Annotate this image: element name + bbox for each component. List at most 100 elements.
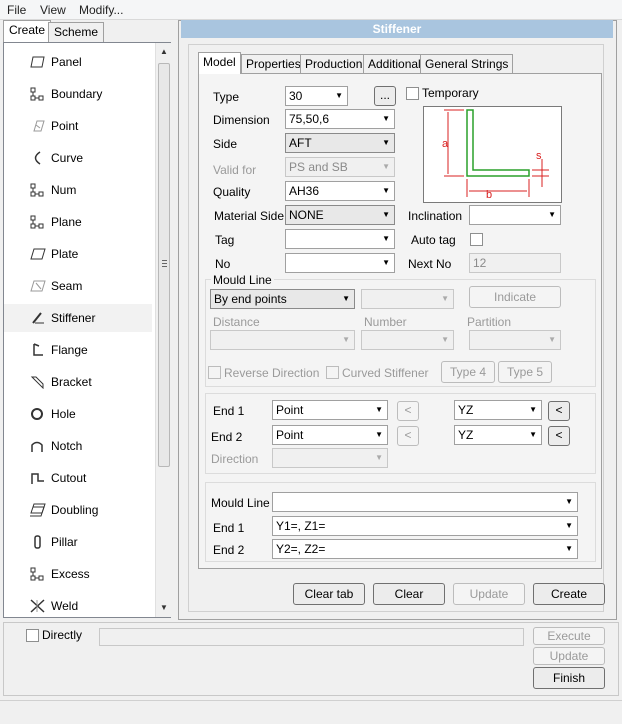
- type5-button[interactable]: Type 5: [498, 361, 552, 383]
- partition-label: Partition: [467, 315, 512, 329]
- diagram-label-b: b: [486, 189, 492, 201]
- list-item-plane[interactable]: Plane: [4, 208, 152, 236]
- valid-for-combo[interactable]: PS and SB ▼: [285, 157, 395, 177]
- point-icon: [30, 119, 46, 133]
- execute-button[interactable]: Execute: [533, 627, 605, 645]
- list-item-boundary[interactable]: Boundary: [4, 80, 152, 108]
- tab-production[interactable]: Production: [300, 54, 368, 74]
- clear-button[interactable]: Clear: [373, 583, 445, 605]
- auto-tag-checkbox[interactable]: [470, 233, 483, 246]
- list-item-pillar[interactable]: Pillar: [4, 528, 152, 556]
- chevron-down-icon: ▼: [529, 430, 537, 439]
- directly-checkbox[interactable]: [26, 629, 39, 642]
- mould-method2-combo[interactable]: ▼: [361, 289, 454, 309]
- stiffener-icon: [30, 311, 46, 325]
- list-item-label: Plane: [51, 215, 82, 229]
- mould-method-value: By end points: [214, 292, 287, 306]
- distance-combo[interactable]: ▼: [210, 330, 355, 350]
- end2-pick-button[interactable]: <: [397, 426, 419, 446]
- end1-plane-value: YZ: [458, 403, 474, 417]
- mould-line-combo[interactable]: ▼: [272, 492, 578, 512]
- cutout-icon: [30, 471, 46, 485]
- create-button[interactable]: Create: [533, 583, 605, 605]
- side-combo[interactable]: AFT ▼: [285, 133, 395, 153]
- temporary-checkbox[interactable]: [406, 87, 419, 100]
- tab-additional[interactable]: Additional: [363, 54, 426, 74]
- result-end2-combo[interactable]: Y2=, Z2= ▼: [272, 539, 578, 559]
- finish-button[interactable]: Finish: [533, 667, 605, 689]
- type4-button[interactable]: Type 4: [441, 361, 495, 383]
- direction-combo[interactable]: ▼: [272, 448, 388, 468]
- reverse-direction-checkbox[interactable]: [208, 366, 221, 379]
- reverse-direction-label: Reverse Direction: [224, 366, 320, 380]
- next-no-field[interactable]: 12: [469, 253, 561, 273]
- list-item-label: Stiffener: [51, 311, 96, 325]
- result-end2-value: Y2=, Z2=: [276, 542, 326, 556]
- list-item-notch[interactable]: Notch: [4, 432, 152, 460]
- scroll-up-arrow[interactable]: ▲: [160, 47, 168, 56]
- tag-combo[interactable]: ▼: [285, 229, 395, 249]
- doubling-icon: [30, 503, 46, 517]
- scroll-down-arrow[interactable]: ▼: [160, 603, 168, 612]
- no-combo[interactable]: ▼: [285, 253, 395, 273]
- clear-tab-button[interactable]: Clear tab: [293, 583, 365, 605]
- excess-icon: [30, 567, 46, 581]
- number-label: Number: [364, 315, 407, 329]
- indicate-button[interactable]: Indicate: [469, 286, 561, 308]
- mould-method-combo[interactable]: By end points ▼: [210, 289, 355, 309]
- list-item-cutout[interactable]: Cutout: [4, 464, 152, 492]
- end2-plane-combo[interactable]: YZ ▼: [454, 425, 542, 445]
- end1-plane-pick-button[interactable]: <: [548, 401, 570, 421]
- curved-stiffener-checkbox[interactable]: [326, 366, 339, 379]
- tab-properties[interactable]: Properties: [241, 54, 306, 74]
- tab-model[interactable]: Model: [198, 52, 241, 74]
- list-item-weld[interactable]: Weld: [4, 592, 152, 620]
- list-item-curve[interactable]: Curve: [4, 144, 152, 172]
- diagram-label-a: a: [442, 138, 449, 150]
- quality-label: Quality: [213, 185, 251, 199]
- chevron-down-icon: ▼: [382, 258, 390, 267]
- next-no-label: Next No: [408, 257, 452, 271]
- list-item-doubling[interactable]: Doubling: [4, 496, 152, 524]
- type-combo[interactable]: 30 ▼: [285, 86, 348, 106]
- list-item-hole[interactable]: Hole: [4, 400, 152, 428]
- list-item-point[interactable]: Point: [4, 112, 152, 140]
- end1-combo[interactable]: Point ▼: [272, 400, 388, 420]
- bottom-update-button[interactable]: Update: [533, 647, 605, 665]
- update-button[interactable]: Update: [453, 583, 525, 605]
- end1-plane-combo[interactable]: YZ ▼: [454, 400, 542, 420]
- inclination-combo[interactable]: ▼: [469, 205, 561, 225]
- material-side-combo[interactable]: NONE ▼: [285, 205, 395, 225]
- menu-file[interactable]: File: [7, 3, 26, 17]
- list-item-bracket[interactable]: Bracket: [4, 368, 152, 396]
- chevron-down-icon: ▼: [382, 114, 390, 123]
- menu-modify[interactable]: Modify...: [79, 3, 123, 17]
- dimension-combo[interactable]: 75,50,6 ▼: [285, 109, 395, 129]
- command-input[interactable]: [99, 628, 524, 646]
- list-item-plate[interactable]: Plate: [4, 240, 152, 268]
- chevron-down-icon: ▼: [342, 335, 350, 344]
- end1-pick-button[interactable]: <: [397, 401, 419, 421]
- tab-create[interactable]: Create: [3, 20, 52, 42]
- list-scrollbar[interactable]: ▲ ▼: [155, 43, 171, 617]
- scroll-thumb[interactable]: [158, 63, 170, 467]
- list-item-seam[interactable]: Seam: [4, 272, 152, 300]
- tab-general-strings[interactable]: General Strings: [420, 54, 514, 74]
- menu-view[interactable]: View: [40, 3, 66, 17]
- result-end1-label: End 1: [213, 521, 245, 535]
- end2-plane-pick-button[interactable]: <: [548, 426, 570, 446]
- list-item-panel[interactable]: Panel: [4, 48, 152, 76]
- list-item-stiffener[interactable]: Stiffener: [4, 304, 152, 332]
- list-item-num[interactable]: Num: [4, 176, 152, 204]
- tab-scheme[interactable]: Scheme: [48, 22, 105, 42]
- quality-combo[interactable]: AH36 ▼: [285, 181, 395, 201]
- list-item-excess[interactable]: Excess: [4, 560, 152, 588]
- end2-plane-value: YZ: [458, 428, 474, 442]
- list-item-flange[interactable]: Flange: [4, 336, 152, 364]
- partition-combo[interactable]: ▼: [469, 330, 561, 350]
- end2-combo[interactable]: Point ▼: [272, 425, 388, 445]
- number-combo[interactable]: ▼: [361, 330, 454, 350]
- result-end1-combo[interactable]: Y1=, Z1= ▼: [272, 516, 578, 536]
- app-window: File View Modify... Create Scheme Panel B…: [0, 0, 622, 724]
- type-browse-button[interactable]: ...: [374, 86, 396, 106]
